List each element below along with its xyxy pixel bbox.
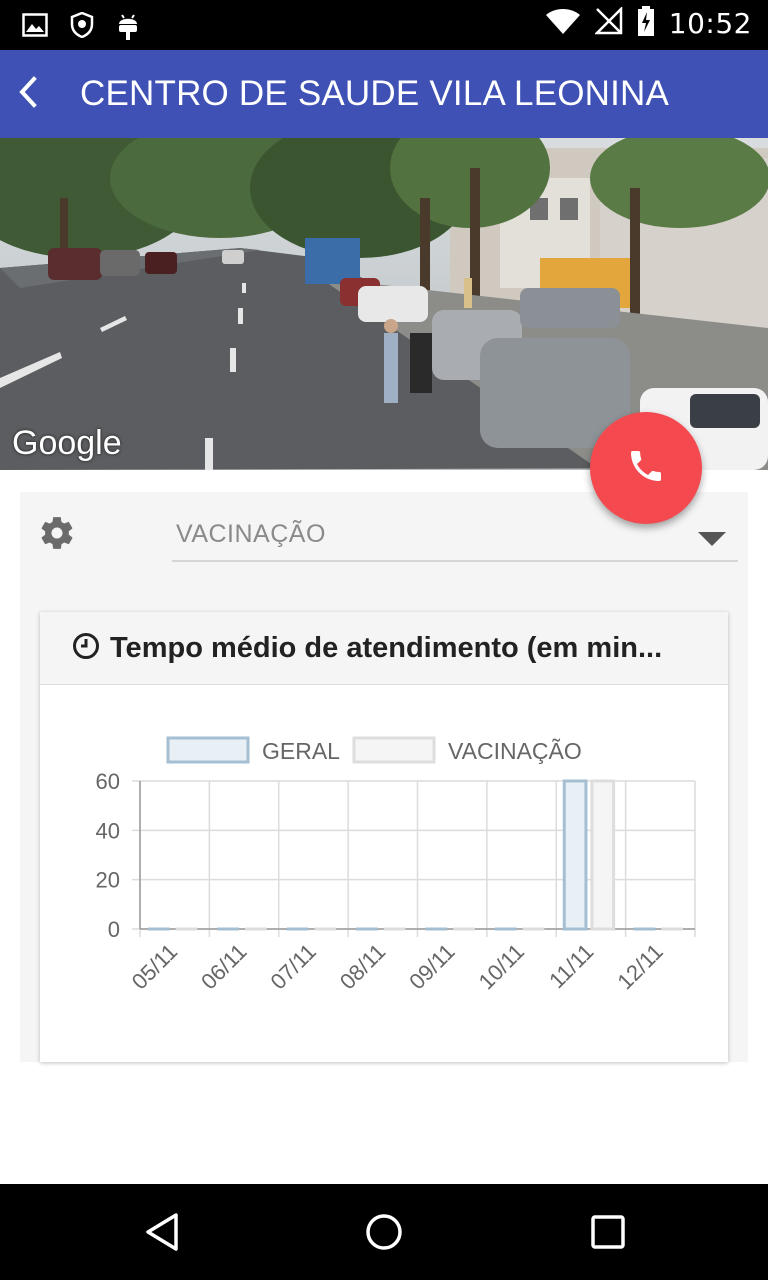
legend-swatch <box>166 736 250 764</box>
wifi-icon <box>545 7 581 40</box>
chart-svg: 0 20 40 60 05/11 06/11 07/11 08/11 09/11 10/11 11/… <box>96 736 696 994</box>
legend-label: VACINAÇÃO <box>448 738 582 764</box>
filter-panel: VACINAÇÃO Tempo médio de atendimento (em… <box>20 492 748 1062</box>
card-header: Tempo médio de atendimento (em min... <box>40 612 728 685</box>
legend-label: GERAL <box>262 738 340 764</box>
bar <box>562 779 588 931</box>
back-arrow-icon <box>16 75 40 113</box>
image-icon <box>22 13 48 42</box>
battery-charging-icon <box>637 6 655 41</box>
page-title: CENTRO DE SAUDE VILA LEONINA <box>80 74 670 113</box>
x-tick-label: 09/11 <box>404 939 459 994</box>
x-tick-label: 12/11 <box>612 939 667 994</box>
x-tick-label: 08/11 <box>335 939 390 994</box>
android-icon <box>116 10 140 45</box>
y-tick-label: 60 <box>96 769 120 794</box>
home-circle-icon[interactable] <box>362 1210 406 1254</box>
back-button[interactable] <box>0 50 56 138</box>
nav-bar <box>0 1184 768 1280</box>
bar-chart: 0 20 40 60 05/11 06/11 07/11 08/11 09/11 10/11 11/… <box>40 686 728 1062</box>
call-button[interactable] <box>590 412 702 524</box>
chart-card: Tempo médio de atendimento (em min... 0 2… <box>40 612 728 1062</box>
google-logo: Google <box>12 424 122 462</box>
legend-swatch <box>352 736 436 764</box>
x-tick-label: 11/11 <box>544 939 598 993</box>
clock-icon <box>72 632 100 665</box>
x-tick-label: 05/11 <box>127 939 182 994</box>
bar <box>590 779 616 931</box>
category-select-value: VACINAÇÃO <box>176 520 326 548</box>
app-bar: CENTRO DE SAUDE VILA LEONINA <box>0 50 768 138</box>
y-tick-label: 0 <box>108 917 120 942</box>
signal-off-icon <box>593 5 623 40</box>
x-tick-label: 07/11 <box>266 939 321 994</box>
back-triangle-icon[interactable] <box>140 1210 184 1254</box>
chevron-down-icon <box>698 532 726 546</box>
y-tick-label: 40 <box>96 818 120 843</box>
phone-icon <box>626 446 666 491</box>
x-tick-label: 06/11 <box>196 939 251 994</box>
recents-square-icon[interactable] <box>586 1210 630 1254</box>
status-bar: 10:52 <box>0 0 768 50</box>
card-title: Tempo médio de atendimento (em min... <box>110 631 663 664</box>
gear-icon[interactable] <box>38 514 76 557</box>
x-tick-label: 10/11 <box>474 939 529 994</box>
y-tick-label: 20 <box>96 868 120 893</box>
clock-time: 10:52 <box>668 7 752 40</box>
shield-icon <box>70 11 94 43</box>
